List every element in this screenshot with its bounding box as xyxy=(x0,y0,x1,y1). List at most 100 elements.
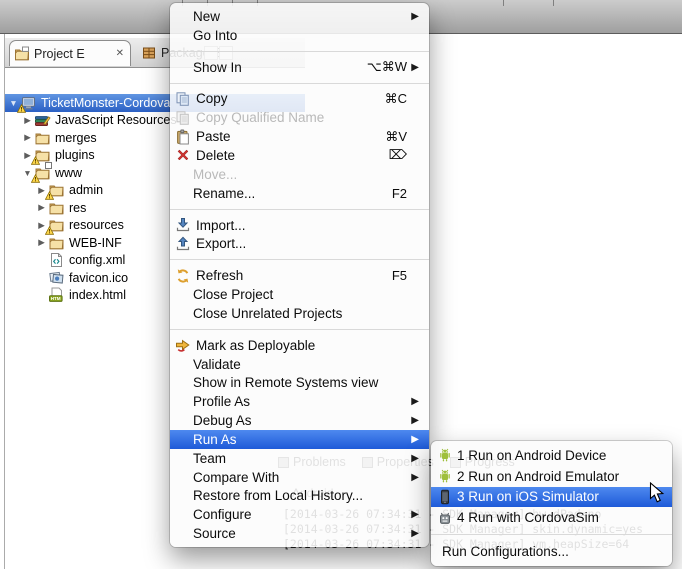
menu-separator xyxy=(170,83,429,84)
menu-item-paste[interactable]: Paste⌘V xyxy=(170,127,429,146)
menu-item-copy[interactable]: Copy⌘C xyxy=(170,90,429,109)
menu-item-import[interactable]: Import... xyxy=(170,216,429,235)
menu-item-label: Export... xyxy=(196,236,246,251)
menu-item-rename[interactable]: Rename...F2 xyxy=(170,184,429,203)
android-icon xyxy=(437,468,453,484)
toolbar-separator xyxy=(553,0,554,6)
submenu-arrow-icon: ▶ xyxy=(407,528,419,539)
tree-collapsed-arrow-icon[interactable]: ▶ xyxy=(35,202,48,213)
menu-item-label: Close Project xyxy=(193,287,273,302)
submenu-arrow-icon: ▶ xyxy=(407,434,419,445)
deploy-icon xyxy=(175,337,191,353)
tree-collapsed-arrow-icon[interactable]: ▶ xyxy=(21,115,34,126)
menu-item-label: Mark as Deployable xyxy=(196,338,315,353)
submenu-arrow-icon: ▶ xyxy=(407,11,419,22)
menu-item-team[interactable]: Team▶ xyxy=(170,449,429,468)
menu-item-close-project[interactable]: Close Project xyxy=(170,285,429,304)
menu-item-move: Move... xyxy=(170,165,429,184)
tree-item-label: WEB-INF xyxy=(69,236,122,250)
svg-text:HTM: HTM xyxy=(51,296,61,301)
tree-item-label: admin xyxy=(69,183,103,197)
menu-item-label: Team xyxy=(193,451,226,466)
folder-icon xyxy=(34,130,51,146)
imagefile-icon xyxy=(48,270,65,286)
menu-item-configure[interactable]: Configure▶ xyxy=(170,505,429,524)
tree-collapsed-arrow-icon[interactable]: ▶ xyxy=(35,237,48,248)
submenu-arrow-icon: ▶ xyxy=(407,415,419,426)
menu-item-refresh[interactable]: RefreshF5 xyxy=(170,266,429,285)
warning-overlay-icon xyxy=(31,174,40,183)
menu-item-label: Copy Qualified Name xyxy=(196,110,324,125)
menu-item-go-into[interactable]: Go Into xyxy=(170,26,429,45)
tree-item-label: res xyxy=(69,201,86,215)
menu-shortcut: ⌘C xyxy=(385,91,407,107)
menu-item-debug-as[interactable]: Debug As ▶ xyxy=(170,411,429,430)
submenu-arrow-icon: ▶ xyxy=(407,396,419,407)
tree-item-label: merges xyxy=(55,131,97,145)
tab-project-explorer[interactable]: Project E ✕ xyxy=(9,40,131,66)
tab-label: Project E xyxy=(34,47,85,61)
tree-item-label: TicketMonster-Cordova xyxy=(41,96,170,110)
menu-item-export[interactable]: Export... xyxy=(170,234,429,253)
menu-item-validate[interactable]: Validate xyxy=(170,355,429,374)
menu-item-label: Delete xyxy=(196,148,235,163)
menu-item-restore-from-local-history[interactable]: Restore from Local History... xyxy=(170,487,429,506)
menu-item-show-in[interactable]: Show In⌥⌘W▶ xyxy=(170,58,429,77)
menu-item-2-run-on-android-emulator[interactable]: 2 Run on Android Emulator xyxy=(431,466,672,487)
htmlfile-icon: HTM xyxy=(48,287,65,303)
menu-item-close-unrelated-projects[interactable]: Close Unrelated Projects xyxy=(170,304,429,323)
tab-close-icon[interactable]: ✕ xyxy=(114,48,126,59)
menu-item-4-run-with-cordovasim[interactable]: 4 Run with CordovaSim xyxy=(431,507,672,528)
menu-shortcut: ⌥⌘W xyxy=(367,59,407,75)
paste-icon xyxy=(175,129,191,145)
link-badge-icon xyxy=(45,162,52,169)
context-menu: New▶ Go Into Show In⌥⌘W▶ Copy⌘CCopy Qualifi… xyxy=(170,3,429,547)
menu-item-label: Move... xyxy=(193,167,237,182)
menu-item-label: 1 Run on Android Device xyxy=(457,448,606,463)
tree-collapsed-arrow-icon[interactable]: ▶ xyxy=(21,132,34,143)
export-icon xyxy=(175,236,191,252)
tree-item-label: index.html xyxy=(69,288,126,302)
menu-item-source[interactable]: Source ▶ xyxy=(170,524,429,543)
menu-item-new[interactable]: New▶ xyxy=(170,7,429,26)
tree-item-label: JavaScript Resources xyxy=(55,113,177,127)
folder-icon xyxy=(34,165,51,181)
package-explorer-tab-icon xyxy=(141,45,157,61)
menu-item-label: Source xyxy=(193,526,236,541)
menu-item-label: Debug As xyxy=(193,413,252,428)
menu-item-profile-as[interactable]: Profile As ▶ xyxy=(170,392,429,411)
xmlfile-icon xyxy=(48,252,65,268)
mouse-cursor-icon xyxy=(649,482,666,509)
import-icon xyxy=(175,217,191,233)
menu-item-show-in-remote-systems-view[interactable]: Show in Remote Systems view xyxy=(170,374,429,393)
tree-item-label: config.xml xyxy=(69,253,125,267)
menu-item-label: 2 Run on Android Emulator xyxy=(457,469,619,484)
menu-item-label: Profile As xyxy=(193,394,250,409)
menu-item-label: Validate xyxy=(193,357,241,372)
menu-item-3-run-on-ios-simulator[interactable]: 3 Run on iOS Simulator xyxy=(431,487,672,508)
menu-item-delete[interactable]: Delete ⌦ xyxy=(170,146,429,165)
menu-item-mark-as-deployable[interactable]: Mark as Deployable xyxy=(170,336,429,355)
copy-icon xyxy=(175,91,191,107)
android-icon xyxy=(437,447,453,463)
submenu-arrow-icon: ▶ xyxy=(407,62,419,73)
submenu-arrow-icon: ▶ xyxy=(407,509,419,520)
menu-item-compare-with[interactable]: Compare With▶ xyxy=(170,468,429,487)
menu-item-run-configurations[interactable]: Run Configurations... xyxy=(431,541,672,562)
menu-item-label: Go Into xyxy=(193,28,237,43)
menu-item-label: Refresh xyxy=(196,268,243,283)
menu-item-1-run-on-android-device[interactable]: 1 Run on Android Device xyxy=(431,445,672,466)
tree-item-label: favicon.ico xyxy=(69,271,128,285)
tree-item-label: plugins xyxy=(55,148,95,162)
menu-item-label: Close Unrelated Projects xyxy=(193,306,342,321)
menu-separator xyxy=(431,534,672,535)
menu-shortcut: ⌦ xyxy=(389,147,407,163)
menu-item-label: 3 Run on iOS Simulator xyxy=(457,489,599,504)
menu-item-run-as[interactable]: Run As▶ xyxy=(170,430,429,449)
menu-separator xyxy=(170,329,429,330)
menu-shortcut: F2 xyxy=(392,186,407,201)
delete-icon xyxy=(175,147,191,163)
tree-item-label: www xyxy=(55,166,82,180)
menu-item-label: Compare With xyxy=(193,470,279,485)
tree-item-label: resources xyxy=(69,218,124,232)
